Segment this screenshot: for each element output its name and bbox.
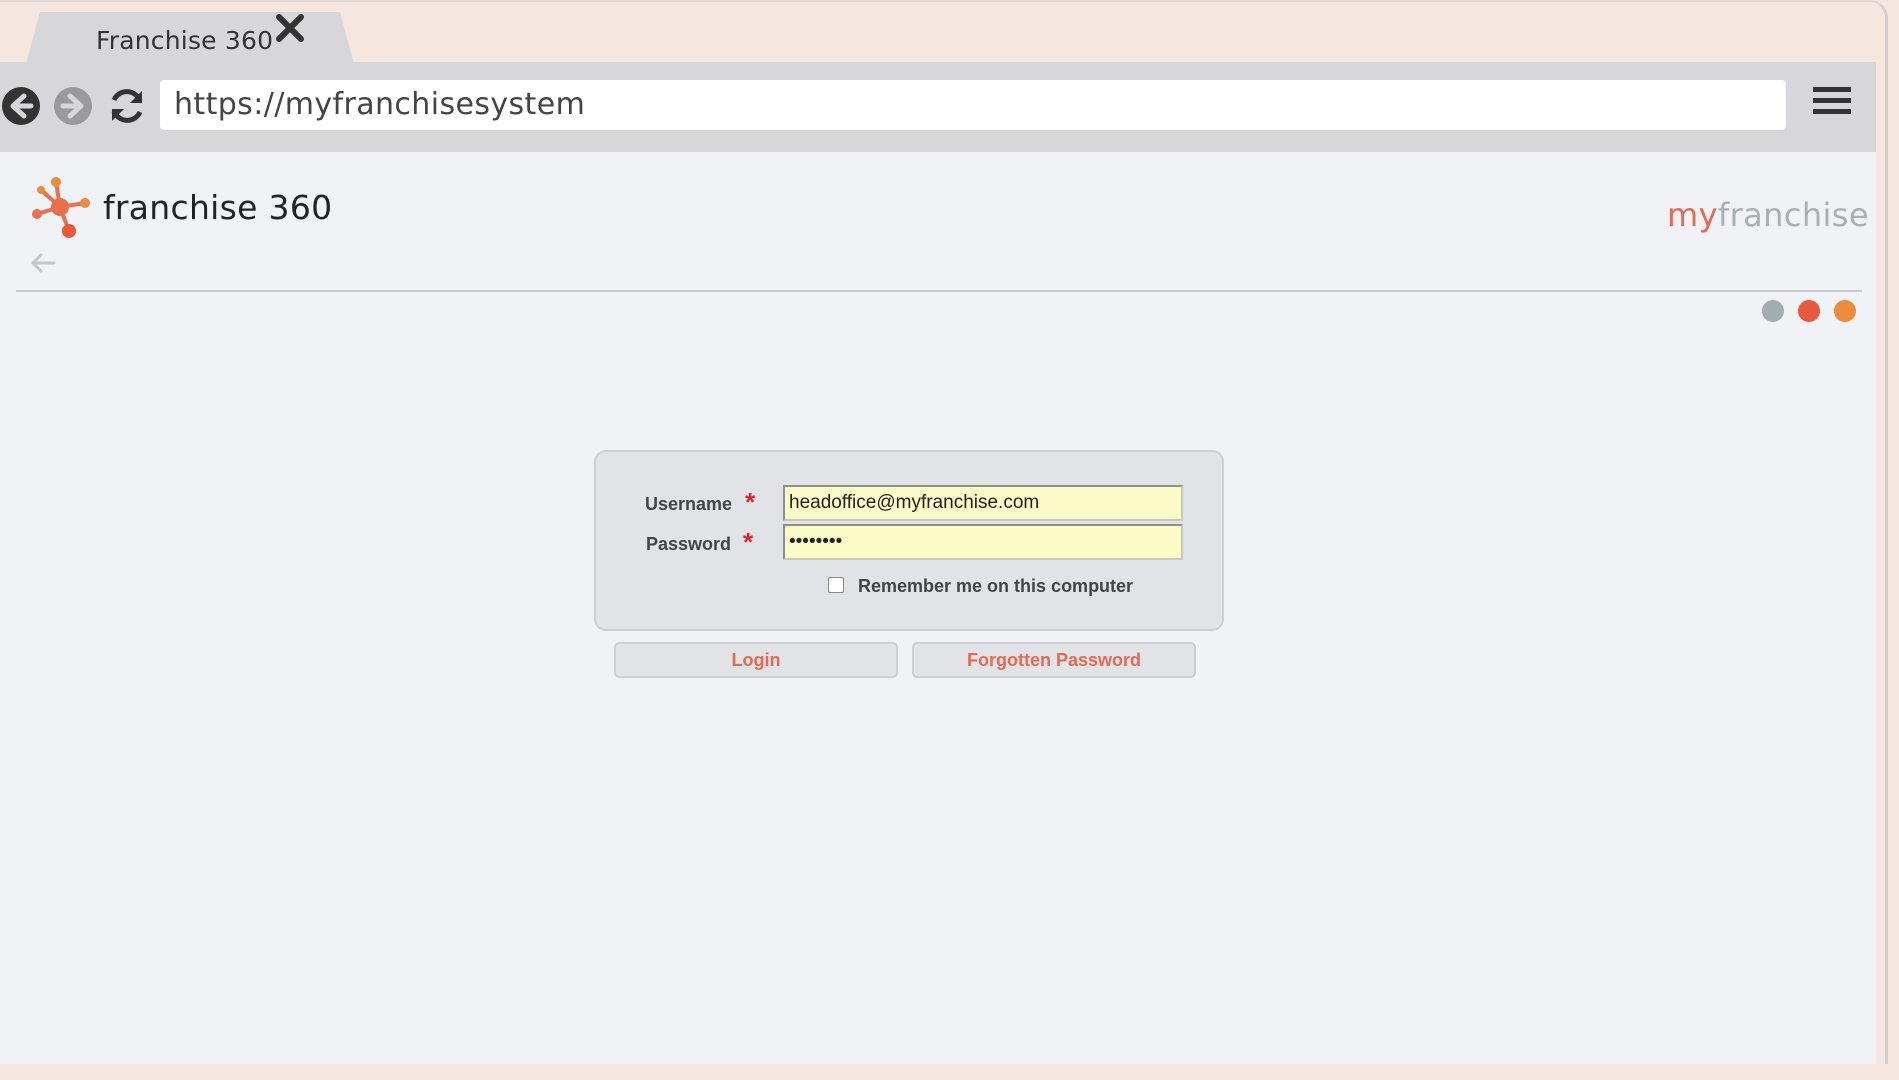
page-content: franchise 360 myfranchise Username * Pas… [0, 152, 1876, 1066]
browser-window: Franchise 360 https://myfranchisesystem [0, 0, 1888, 1066]
status-dot-red [1798, 300, 1820, 322]
remember-me-label: Remember me on this computer [858, 576, 1134, 596]
password-label: Password [646, 534, 732, 554]
status-dot-orange [1834, 300, 1856, 322]
tab-title: Franchise 360 [96, 26, 274, 55]
brand-wordmark: myfranchise [1667, 196, 1869, 234]
forgotten-password-button[interactable]: Forgotten Password [912, 642, 1196, 678]
hamburger-menu-icon[interactable] [1813, 85, 1851, 117]
username-required-marker: * [745, 487, 756, 517]
login-form: Username * Password * Remember me on thi… [594, 450, 1224, 631]
franchise-logo-icon [32, 177, 90, 238]
app-logo-text: franchise 360 [103, 188, 333, 227]
password-input[interactable] [783, 524, 1183, 560]
remember-me-checkbox[interactable] [828, 577, 844, 593]
login-button[interactable]: Login [614, 642, 898, 678]
brand-prefix: my [1667, 196, 1718, 234]
forward-icon[interactable] [52, 85, 94, 127]
header-divider [16, 290, 1862, 292]
username-input[interactable] [783, 485, 1183, 521]
brand-suffix: franchise [1717, 196, 1869, 234]
window-bottom-edge [0, 1064, 1899, 1080]
url-bar[interactable]: https://myfranchisesystem [160, 80, 1786, 130]
page-back-arrow-icon[interactable] [30, 252, 56, 274]
browser-toolbar: https://myfranchisesystem [0, 62, 1876, 152]
close-icon[interactable] [272, 10, 308, 46]
username-label: Username [645, 494, 733, 514]
back-icon[interactable] [0, 85, 42, 127]
status-dot-grey [1762, 300, 1784, 322]
password-required-marker: * [743, 527, 754, 557]
refresh-icon[interactable] [106, 85, 148, 127]
